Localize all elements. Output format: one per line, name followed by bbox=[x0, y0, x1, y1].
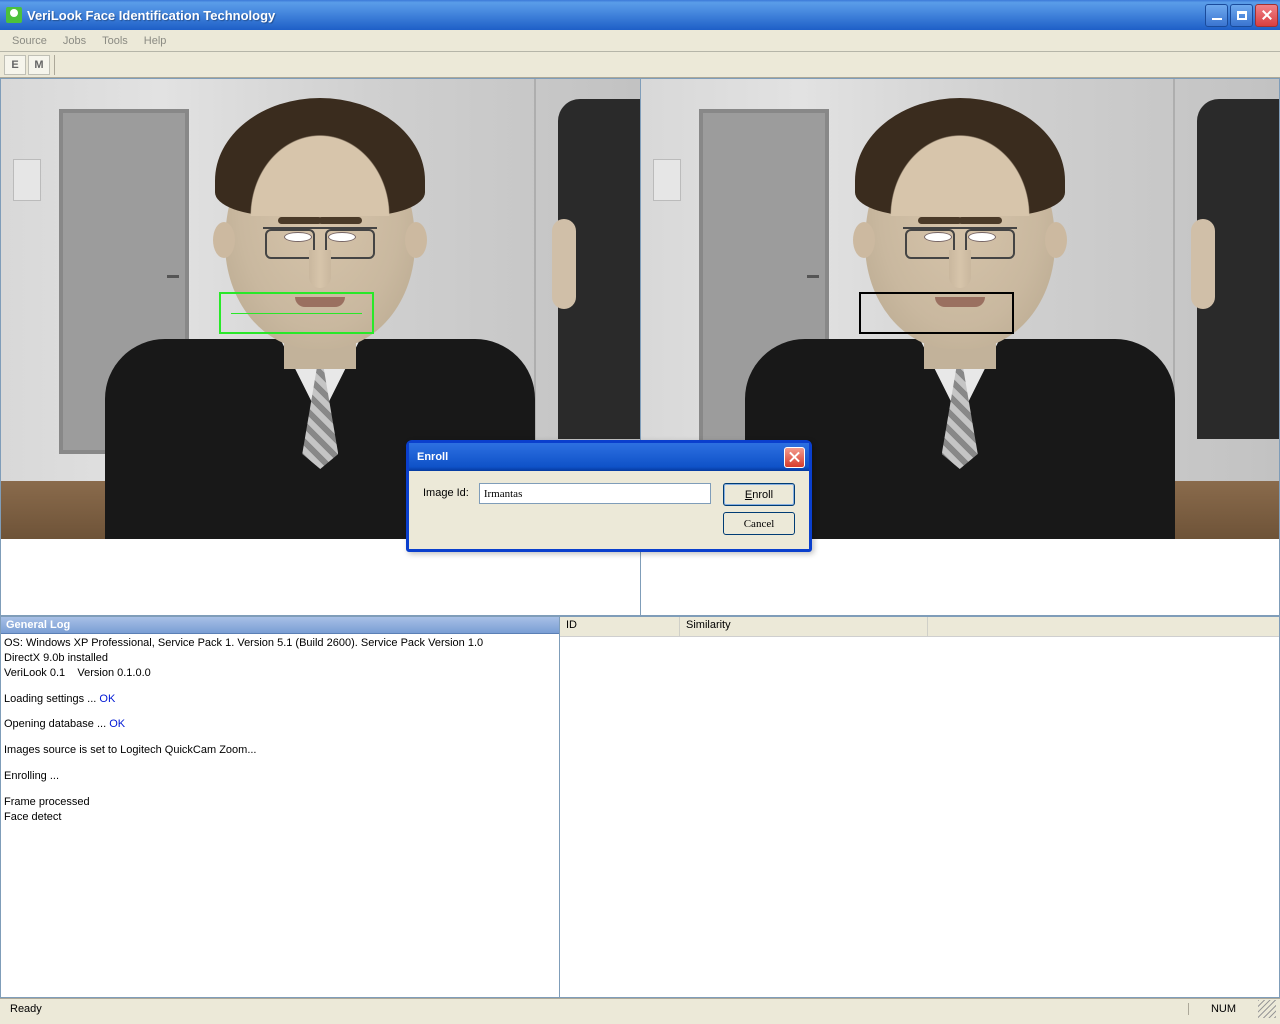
menu-help[interactable]: Help bbox=[136, 32, 175, 50]
menubar: Source Jobs Tools Help bbox=[0, 30, 1280, 52]
status-num: NUM bbox=[1188, 1003, 1258, 1015]
menu-jobs[interactable]: Jobs bbox=[55, 32, 94, 50]
log-line: VeriLook 0.1 Version 0.1.0.0 bbox=[4, 666, 556, 681]
dialog-title: Enroll bbox=[417, 451, 448, 463]
close-button[interactable] bbox=[1255, 4, 1278, 27]
image-id-input[interactable] bbox=[479, 483, 711, 504]
titlebar: VeriLook Face Identification Technology bbox=[0, 0, 1280, 30]
log-header: General Log bbox=[1, 617, 559, 634]
image-id-label: Image Id: bbox=[423, 483, 469, 499]
toolbar-separator bbox=[54, 55, 55, 75]
log-line: Frame processed bbox=[4, 795, 556, 810]
menu-source[interactable]: Source bbox=[4, 32, 55, 50]
dialog-titlebar: Enroll bbox=[409, 443, 809, 471]
results-pane: ID Similarity bbox=[560, 616, 1280, 998]
log-line: DirectX 9.0b installed bbox=[4, 651, 556, 666]
menu-tools[interactable]: Tools bbox=[94, 32, 136, 50]
minimize-button[interactable] bbox=[1205, 4, 1228, 27]
maximize-button[interactable] bbox=[1230, 4, 1253, 27]
log-line: Enrolling ... bbox=[4, 769, 556, 784]
status-ready: Ready bbox=[4, 1003, 48, 1015]
window-title: VeriLook Face Identification Technology bbox=[27, 8, 1205, 23]
log-line: Opening database ... OK bbox=[4, 717, 556, 732]
statusbar: Ready NUM bbox=[0, 998, 1280, 1018]
log-line: OS: Windows XP Professional, Service Pac… bbox=[4, 636, 556, 651]
cancel-button[interactable]: Cancel bbox=[723, 512, 795, 535]
log-pane: General Log OS: Windows XP Professional,… bbox=[0, 616, 560, 998]
results-col-similarity[interactable]: Similarity bbox=[680, 617, 928, 636]
enroll-dialog: Enroll Image Id: Enroll Cancel bbox=[406, 440, 812, 552]
bottom-area: General Log OS: Windows XP Professional,… bbox=[0, 616, 1280, 998]
enroll-button[interactable]: Enroll bbox=[723, 483, 795, 506]
results-header: ID Similarity bbox=[560, 617, 1279, 637]
toolbar-match-button[interactable]: M bbox=[28, 55, 50, 75]
log-line: Face detect bbox=[4, 810, 556, 825]
toolbar: E M bbox=[0, 52, 1280, 78]
log-line: Images source is set to Logitech QuickCa… bbox=[4, 743, 556, 758]
log-body: OS: Windows XP Professional, Service Pac… bbox=[1, 634, 559, 997]
toolbar-enroll-button[interactable]: E bbox=[4, 55, 26, 75]
dialog-close-button[interactable] bbox=[784, 447, 805, 468]
log-line: Loading settings ... OK bbox=[4, 692, 556, 707]
resize-grip-icon[interactable] bbox=[1258, 1000, 1276, 1018]
results-col-id[interactable]: ID bbox=[560, 617, 680, 636]
app-icon bbox=[6, 7, 22, 23]
